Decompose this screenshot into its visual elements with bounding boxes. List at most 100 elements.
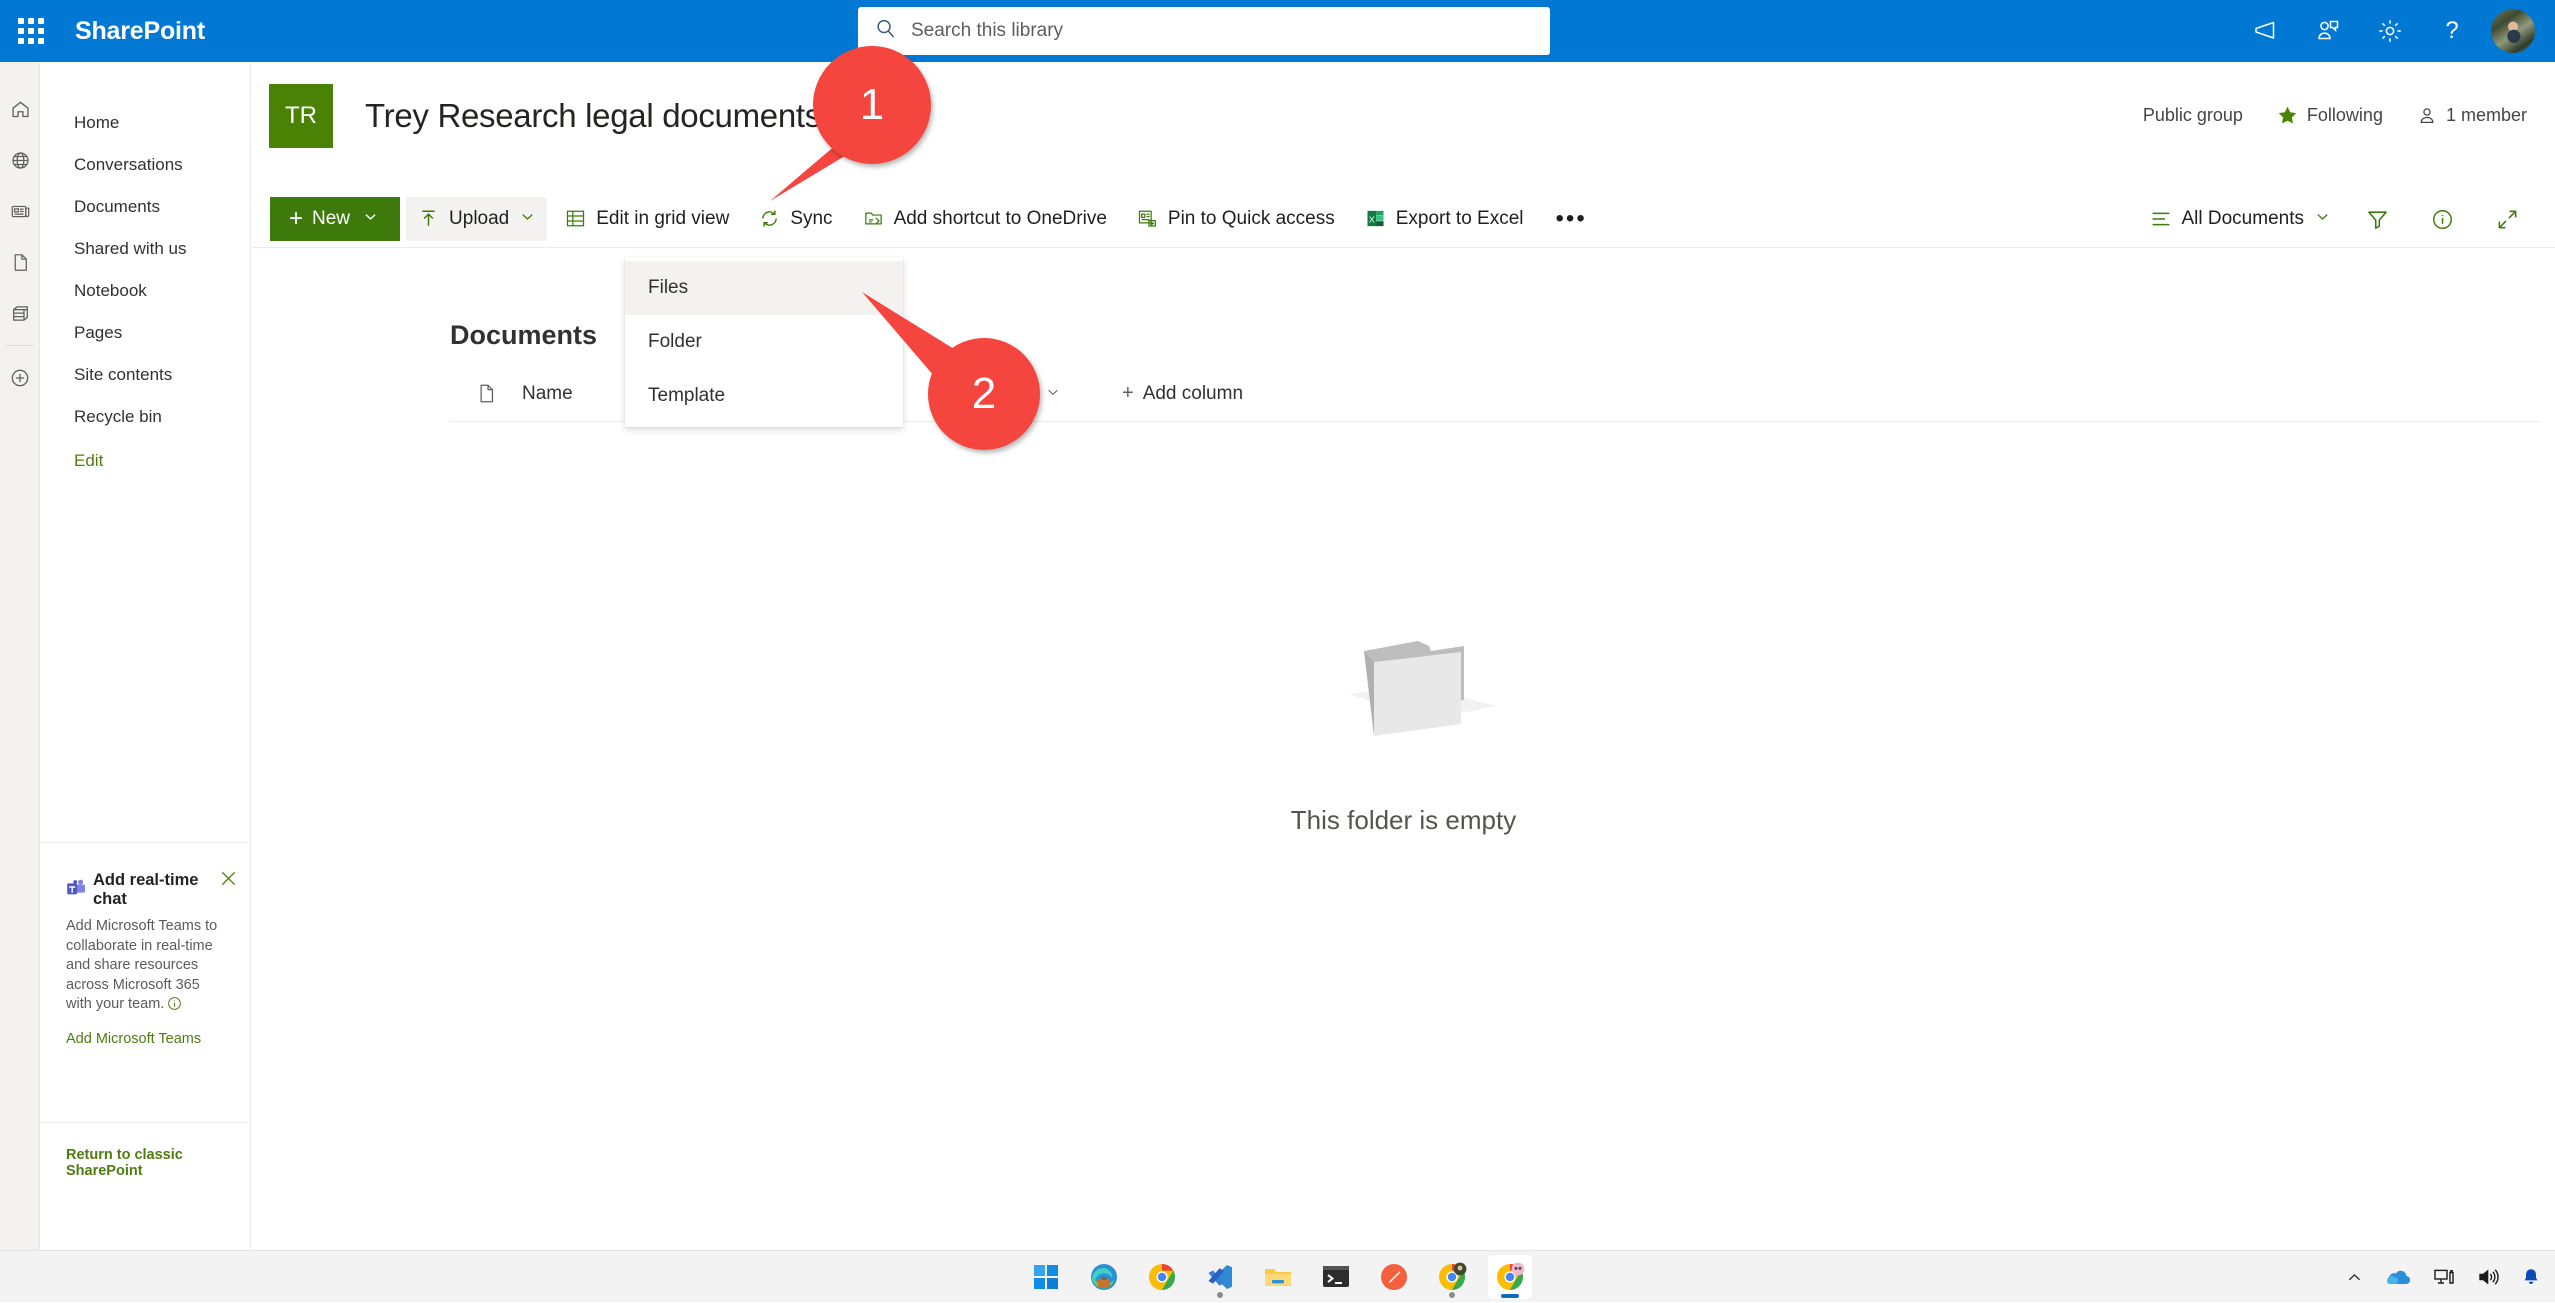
gear-icon[interactable] (2359, 0, 2421, 62)
visual-studio-code-icon[interactable] (1198, 1255, 1242, 1299)
chevron-down-icon (2315, 208, 2330, 230)
export-to-excel-label: Export to Excel (1396, 208, 1524, 230)
upload-button-label: Upload (449, 208, 509, 230)
pin-to-quick-access-label: Pin to Quick access (1168, 208, 1335, 230)
suite-brand[interactable]: SharePoint (75, 17, 205, 46)
privacy-text: Public group (2143, 105, 2243, 126)
add-microsoft-teams-link[interactable]: Add Microsoft Teams (66, 1031, 201, 1047)
search-input[interactable] (911, 20, 1511, 42)
upload-menu: Files Folder Template (625, 257, 903, 427)
app-launcher-icon[interactable] (0, 0, 62, 62)
search-box[interactable] (858, 7, 1550, 55)
file-explorer-icon[interactable] (1256, 1255, 1300, 1299)
document-icon[interactable] (0, 237, 40, 288)
more-commands-button[interactable]: ••• (1542, 197, 1601, 241)
return-to-classic-sharepoint-link[interactable]: Return to classic SharePoint (66, 1147, 250, 1179)
start-windows-icon[interactable] (1024, 1255, 1068, 1299)
globe-icon[interactable] (0, 135, 40, 186)
details-info-button[interactable] (2413, 197, 2472, 241)
site-navigation: Home Conversations Documents Shared with… (41, 62, 251, 1302)
chrome-profile-active-icon[interactable] (1488, 1255, 1532, 1299)
add-shortcut-to-onedrive-button[interactable]: Add shortcut to OneDrive (851, 197, 1119, 241)
suite-actions: ? (2235, 0, 2547, 62)
sidebar-item-conversations[interactable]: Conversations (41, 144, 250, 186)
close-icon[interactable] (217, 867, 239, 889)
page-title[interactable]: Trey Research legal documents (365, 97, 821, 135)
site-header: TR Trey Research legal documents Public … (252, 62, 2555, 169)
chevron-down-icon (520, 208, 535, 230)
expand-view-button[interactable] (2478, 197, 2537, 241)
expand-icon (2496, 208, 2519, 231)
list-icon[interactable] (0, 288, 40, 339)
sidebar-item-shared-with-us[interactable]: Shared with us (41, 228, 250, 270)
grid-icon (565, 208, 586, 229)
volume-icon[interactable] (2477, 1267, 2499, 1287)
edit-in-grid-view-label: Edit in grid view (596, 208, 729, 230)
plus-icon: + (1122, 382, 1134, 405)
members-button[interactable]: 1 member (2417, 105, 2527, 126)
new-button-label: New (312, 208, 350, 230)
microsoft-teams-icon (66, 878, 86, 903)
column-header-modified-by[interactable]: Modified By (936, 383, 1122, 405)
microsoft-edge-icon[interactable] (1082, 1255, 1126, 1299)
onedrive-icon[interactable] (2385, 1267, 2411, 1287)
add-column-button[interactable]: + Add column (1122, 382, 1243, 405)
info-icon (2431, 208, 2454, 231)
new-button[interactable]: + New (270, 197, 400, 241)
command-bar: + New Upload Edit in grid view (252, 190, 2555, 248)
promo-body-text: Add Microsoft Teams to collaborate in re… (66, 918, 217, 1012)
pin-icon (1137, 208, 1158, 229)
active-indicator (1501, 1294, 1519, 1298)
network-icon[interactable] (2433, 1267, 2455, 1287)
sidebar-item-pages[interactable]: Pages (41, 312, 250, 354)
home-icon[interactable] (0, 84, 40, 135)
privacy-label: Public group (2143, 105, 2243, 126)
system-tray (2346, 1251, 2541, 1303)
people-chat-icon[interactable] (2297, 0, 2359, 62)
sidebar-item-documents[interactable]: Documents (41, 186, 250, 228)
google-chrome-icon[interactable] (1140, 1255, 1184, 1299)
notifications-bell-icon[interactable] (2521, 1267, 2541, 1287)
sidebar-item-home[interactable]: Home (41, 102, 250, 144)
upload-menu-item-template[interactable]: Template (625, 369, 903, 423)
info-icon[interactable] (167, 999, 182, 1015)
add-column-label: Add column (1143, 383, 1243, 405)
upload-icon (418, 208, 439, 229)
export-to-excel-button[interactable]: X Export to Excel (1353, 197, 1536, 241)
upload-menu-item-files[interactable]: Files (625, 261, 903, 315)
terminal-icon[interactable] (1314, 1255, 1358, 1299)
filter-button[interactable] (2348, 197, 2407, 241)
sidebar-item-recycle-bin[interactable]: Recycle bin (41, 396, 250, 438)
view-selector-button[interactable]: All Documents (2138, 197, 2343, 241)
upload-button[interactable]: Upload (406, 197, 547, 241)
help-icon[interactable]: ? (2421, 0, 2483, 62)
file-type-column-icon[interactable] (450, 382, 522, 405)
news-icon[interactable] (0, 186, 40, 237)
upload-menu-item-folder[interactable]: Folder (625, 315, 903, 369)
pin-to-quick-access-button[interactable]: Pin to Quick access (1125, 197, 1347, 241)
avatar[interactable] (2491, 9, 2535, 53)
list-title[interactable]: Documents (450, 320, 597, 351)
members-label: 1 member (2446, 105, 2527, 126)
following-button[interactable]: Following (2277, 105, 2383, 126)
site-logo: TR (269, 84, 333, 148)
show-hidden-icons-icon[interactable] (2346, 1269, 2363, 1286)
view-list-icon (2150, 208, 2172, 230)
create-icon[interactable] (0, 352, 40, 403)
column-header-name-label: Name (522, 383, 573, 405)
sidebar-item-site-contents[interactable]: Site contents (41, 354, 250, 396)
star-icon (2277, 105, 2298, 126)
megaphone-icon[interactable] (2235, 0, 2297, 62)
chrome-profile-icon[interactable] (1430, 1255, 1474, 1299)
postman-icon[interactable] (1372, 1255, 1416, 1299)
heading-accent (434, 316, 438, 352)
edit-in-grid-view-button[interactable]: Edit in grid view (553, 197, 741, 241)
sync-button[interactable]: Sync (747, 197, 844, 241)
sidebar-item-notebook[interactable]: Notebook (41, 270, 250, 312)
svg-text:?: ? (2445, 17, 2458, 44)
column-header-modified-by-label: Modified By (936, 383, 1035, 405)
sidebar-edit-link[interactable]: Edit (41, 438, 250, 482)
person-icon (2417, 106, 2437, 126)
promo-title-row: Add real-time chat (66, 871, 229, 909)
running-indicator (1217, 1292, 1223, 1298)
